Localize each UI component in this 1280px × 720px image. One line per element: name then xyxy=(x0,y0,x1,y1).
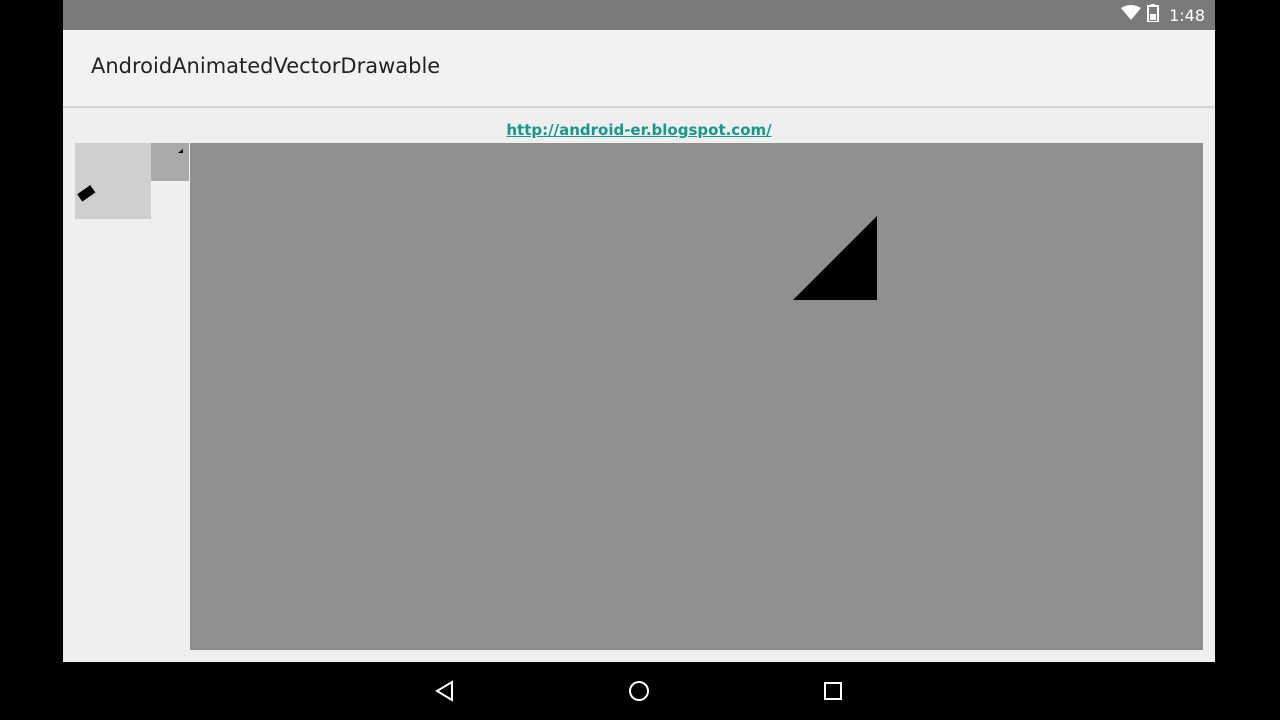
home-icon[interactable] xyxy=(624,676,654,706)
app-title: AndroidAnimatedVectorDrawable xyxy=(91,54,441,78)
recents-icon[interactable] xyxy=(818,676,848,706)
wifi-icon xyxy=(1121,5,1142,25)
animated-vector-tiny[interactable] xyxy=(151,143,189,181)
triangle-shape-large xyxy=(793,216,877,300)
animated-vector-small[interactable] xyxy=(75,143,151,219)
navigation-bar xyxy=(63,662,1215,720)
rotated-shape-small xyxy=(77,185,96,202)
main-content: http://android-er.blogspot.com/ xyxy=(63,108,1215,662)
status-icons: 1:48 xyxy=(1121,0,1205,30)
app-bar: AndroidAnimatedVectorDrawable xyxy=(63,30,1215,108)
status-bar: 1:48 xyxy=(63,0,1215,30)
triangle-shape-tiny xyxy=(178,149,183,153)
battery-icon xyxy=(1147,4,1160,26)
device-screen: 1:48 AndroidAnimatedVectorDrawable http:… xyxy=(63,0,1215,720)
back-icon[interactable] xyxy=(430,676,460,706)
blog-link[interactable]: http://android-er.blogspot.com/ xyxy=(63,121,1215,139)
animated-vector-large[interactable] xyxy=(190,143,1203,650)
status-time: 1:48 xyxy=(1169,5,1205,25)
